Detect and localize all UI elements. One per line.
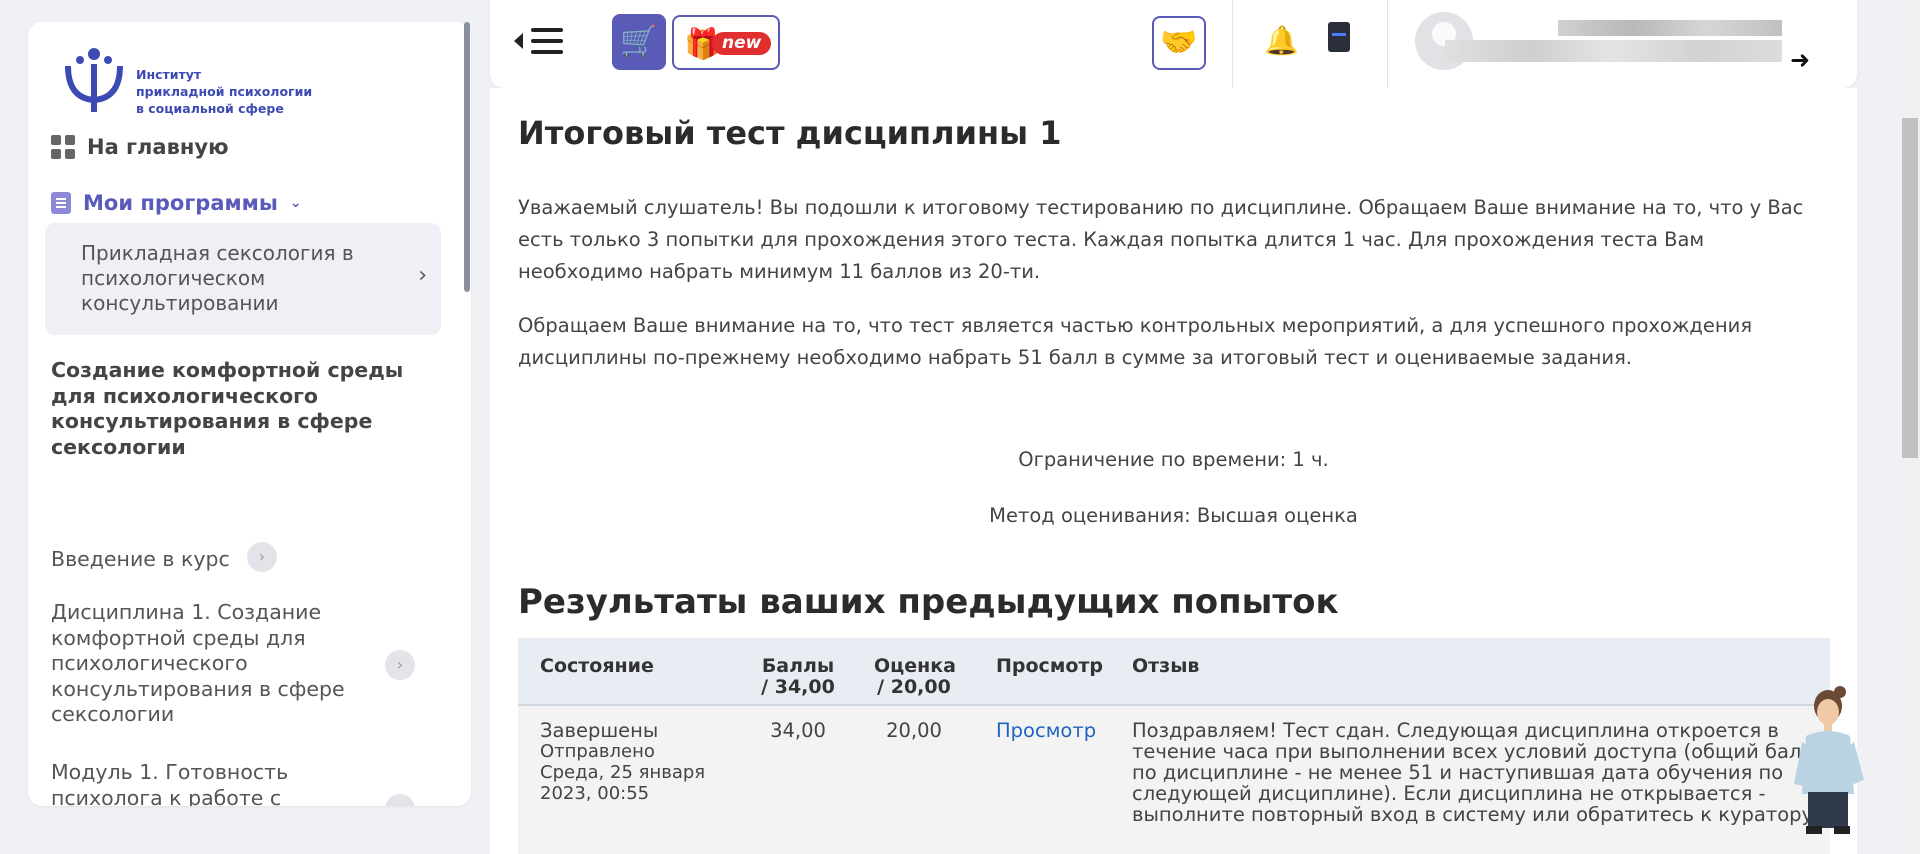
book-icon: [51, 192, 71, 214]
program-name: Прикладная сексология в психологическом …: [81, 241, 354, 315]
page-title: Итоговый тест дисциплины 1: [518, 114, 1062, 152]
handshake-icon: 🤝: [1160, 25, 1198, 60]
results-heading: Результаты ваших предыдущих попыток: [518, 582, 1339, 622]
divider: [1232, 0, 1233, 88]
nav-my-programs[interactable]: Мои программы ⌄: [51, 191, 302, 215]
sidebar-item-discipline-1[interactable]: Дисциплина 1. Создание комфортной среды …: [51, 600, 371, 728]
nav-home[interactable]: На главную: [51, 135, 228, 159]
col-grade: Оценка / 20,00: [874, 655, 956, 698]
col-score: Баллы / 34,00: [761, 655, 835, 698]
main-content: Итоговый тест дисциплины 1 Уважаемый слу…: [490, 88, 1857, 854]
attempt-feedback: Поздравляем! Тест сдан. Следующая дисцип…: [1132, 719, 1820, 826]
chevron-right-icon[interactable]: ›: [385, 650, 415, 680]
table-row: Завершены Отправлено Среда, 25 января 20…: [518, 706, 1830, 854]
intro-paragraph: Уважаемый слушатель! Вы подошли к итогов…: [518, 196, 1804, 283]
page-scrollbar-thumb[interactable]: [1902, 118, 1918, 458]
user-email-redacted: [1445, 40, 1782, 62]
col-feedback: Отзыв: [1132, 655, 1200, 677]
sidebar-item-label: Введение в курс: [51, 547, 230, 571]
grading-method: Метод оценивания: Высшая оценка: [989, 504, 1358, 527]
chevron-right-icon[interactable]: ›: [247, 542, 277, 572]
new-badge: new: [712, 32, 772, 55]
chevron-down-icon: ⌄: [289, 195, 302, 211]
notice-paragraph: Обращаем Ваше внимание на то, что тест я…: [518, 314, 1753, 369]
caret-left-icon: [514, 33, 523, 49]
sidebar: Институт прикладной психологии в социаль…: [28, 22, 471, 806]
sidebar-item-label: Дисциплина 1. Создание комфортной среды …: [51, 600, 345, 726]
chevron-right-icon: ›: [418, 263, 427, 288]
sidebar-item-label: Модуль 1. Готовность психолога к работе …: [51, 760, 289, 806]
messages-icon[interactable]: [1328, 22, 1350, 52]
col-state: Состояние: [540, 655, 654, 677]
top-bar: 🛒 🎁 new 🤝 🔔 ➜: [490, 0, 1857, 88]
logout-icon[interactable]: ➜: [1790, 46, 1810, 74]
partnership-button[interactable]: 🤝: [1152, 16, 1206, 70]
nav-programs-label: Мои программы: [83, 191, 278, 215]
bell-icon[interactable]: 🔔: [1264, 24, 1299, 57]
attempt-grade: 20,00: [886, 719, 942, 742]
review-link[interactable]: Просмотр: [996, 720, 1096, 741]
attempt-state: Завершены Отправлено Среда, 25 января 20…: [540, 719, 706, 804]
chevron-right-icon[interactable]: ›: [385, 794, 415, 806]
time-limit: Ограничение по времени: 1 ч.: [1018, 448, 1329, 471]
sidebar-item-module-1[interactable]: Модуль 1. Готовность психолога к работе …: [51, 760, 311, 806]
nav-home-label: На главную: [87, 135, 229, 159]
divider: [1387, 0, 1388, 88]
col-review: Просмотр: [996, 655, 1104, 677]
user-name-redacted: [1558, 20, 1782, 36]
sidebar-item-intro[interactable]: Введение в курс: [51, 547, 230, 573]
dashboard-icon: [51, 135, 75, 159]
program-item[interactable]: Прикладная сексология в психологическом …: [45, 223, 441, 335]
sidebar-scrollbar[interactable]: [464, 22, 470, 292]
logo-text: Институт прикладной психологии в социаль…: [136, 67, 313, 116]
course-title: Создание комфортной среды для психологич…: [51, 358, 404, 459]
cart-icon: 🛒: [620, 24, 658, 59]
assistant-mascot[interactable]: [1784, 684, 1872, 836]
hamburger-icon: [531, 28, 563, 54]
gift-button[interactable]: 🎁 new: [672, 15, 780, 70]
menu-toggle-button[interactable]: [514, 28, 563, 54]
cart-button[interactable]: 🛒: [612, 14, 666, 70]
table-header: Состояние Баллы / 34,00 Оценка / 20,00 П…: [518, 638, 1830, 706]
attempt-score: 34,00: [770, 719, 826, 742]
